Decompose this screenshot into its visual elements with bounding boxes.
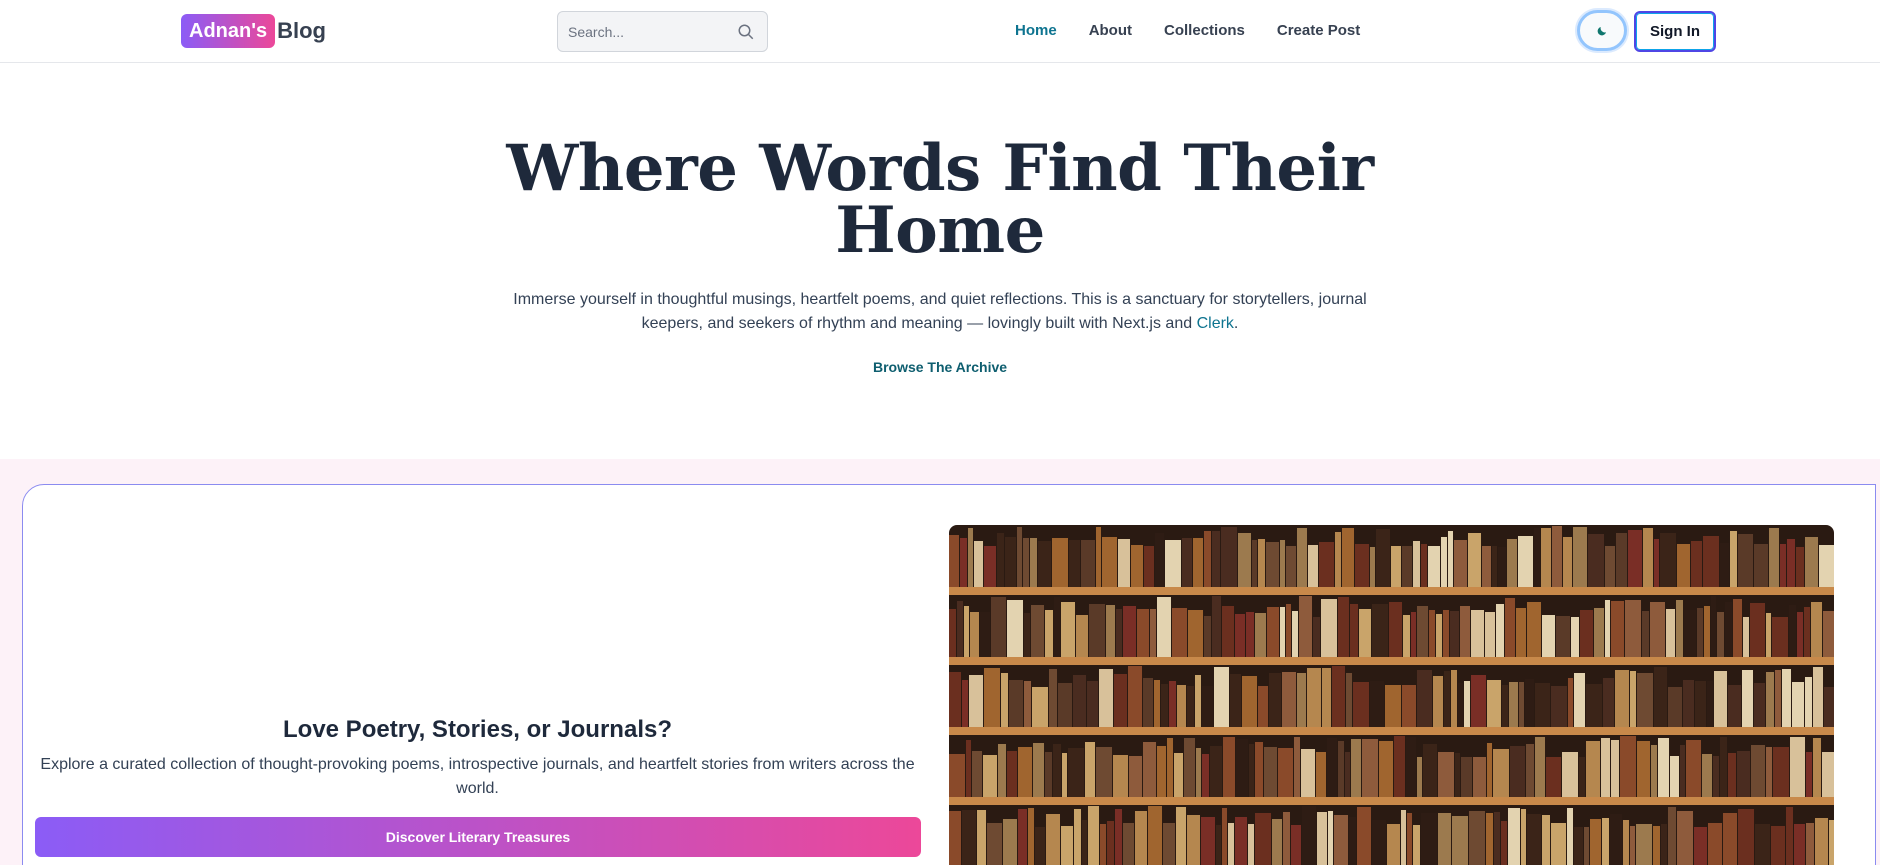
feature-description: Explore a curated collection of thought-… <box>40 756 915 797</box>
nav-collections[interactable]: Collections <box>1164 20 1245 42</box>
nav-about[interactable]: About <box>1089 20 1132 42</box>
nav-create-post[interactable]: Create Post <box>1277 20 1360 42</box>
theme-toggle-button[interactable] <box>1577 10 1627 51</box>
hero-title: Where Words Find Their Home <box>506 131 1374 268</box>
bookshelf-illustration <box>949 526 1834 865</box>
logo-badge: Adnan's <box>181 14 276 48</box>
search-input[interactable] <box>568 23 728 40</box>
sign-in-button[interactable]: Sign In <box>1634 11 1716 52</box>
main-nav: Home About Collections Create Post <box>1015 20 1360 42</box>
discover-treasures-button[interactable]: Discover Literary Treasures <box>35 817 921 857</box>
moon-icon <box>1597 26 1606 35</box>
clerk-link[interactable]: Clerk <box>1197 315 1234 332</box>
search-icon[interactable] <box>737 23 755 41</box>
site-logo[interactable]: Adnan's Blog <box>181 14 326 48</box>
browse-archive-link[interactable]: Browse The Archive <box>840 359 1040 375</box>
search-box <box>557 11 768 52</box>
hero-subtitle: Immerse yourself in thoughtful musings, … <box>500 288 1380 336</box>
site-header: Adnan's Blog Home About Collections Crea… <box>0 0 1880 63</box>
feature-title: Love Poetry, Stories, or Journals? <box>283 716 672 743</box>
hero-subtitle-text: Immerse yourself in thoughtful musings, … <box>513 291 1367 332</box>
bookshelf-image <box>949 525 1834 865</box>
nav-home[interactable]: Home <box>1015 20 1057 42</box>
logo-text: Blog <box>277 18 326 43</box>
hero-subtitle-end: . <box>1233 315 1239 332</box>
